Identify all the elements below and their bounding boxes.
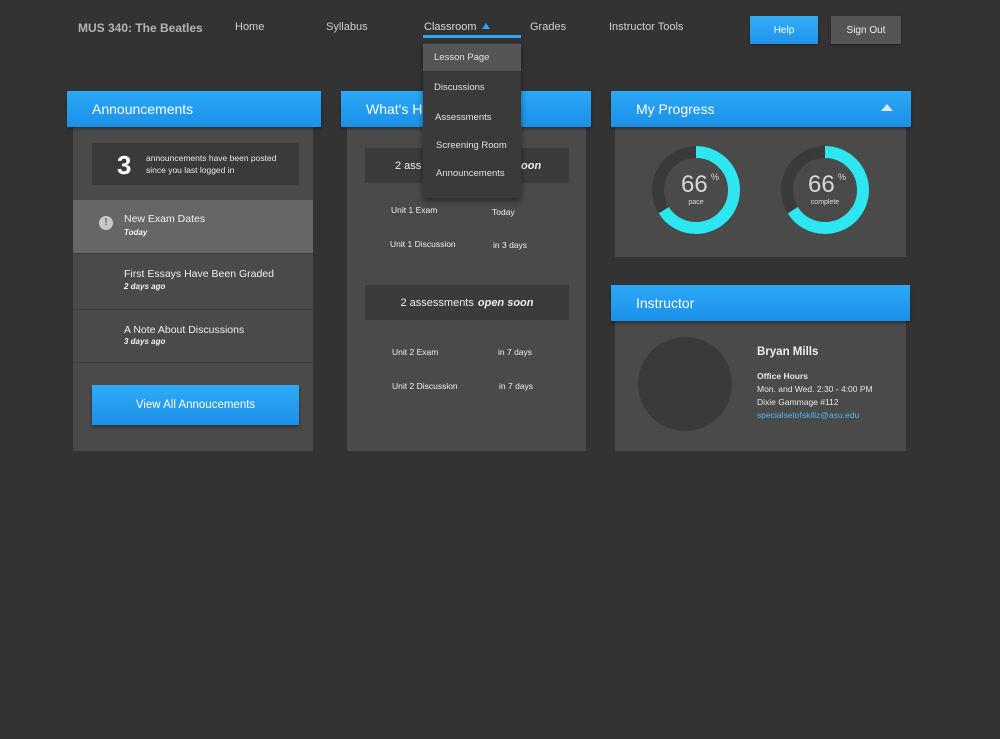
pace-value: 66 [681,171,708,198]
alert-icon: ! [99,216,113,230]
nav-classroom[interactable]: Classroom [424,21,490,33]
caret-up-icon [481,23,490,29]
menu-item-lesson-page[interactable]: Lesson Page [423,44,521,71]
office-hours-label: Office Hours [757,371,809,381]
collapse-icon[interactable] [881,104,893,111]
nav-classroom-label: Classroom [424,21,477,33]
announcement-date: 3 days ago [124,337,166,346]
announcement-date: Today [124,228,148,237]
menu-item-assessments[interactable]: Assessments [423,104,521,131]
assessment-name[interactable]: Unit 1 Exam [391,205,437,215]
progress-title: My Progress [636,101,715,117]
assessment-when: in 7 days [498,347,533,357]
assessment-name[interactable]: Unit 1 Discussion [390,239,456,249]
instructor-name: Bryan Mills [757,346,819,358]
menu-item-announcements[interactable]: Announcements [423,160,521,187]
complete-unit: % [838,172,847,182]
office-location: Dixie Gammage #112 [757,397,839,407]
assessment-status: oon [521,159,542,172]
progress-header: My Progress [611,91,911,127]
view-all-announcements-button[interactable]: View All Annoucements [92,385,299,425]
help-button[interactable]: Help [750,16,818,44]
instructor-header: Instructor [611,285,910,321]
sign-out-button[interactable]: Sign Out [831,16,901,44]
instructor-email-link[interactable]: specialsetofskillz@asu.edu [757,410,859,420]
pace-unit: % [711,172,720,182]
announcement-title: New Exam Dates [124,213,206,225]
nav-instructor-tools[interactable]: Instructor Tools [609,21,683,33]
assessment-count-text: 2 ass [395,159,422,172]
complete-label: complete [810,199,840,206]
announcement-item[interactable]: ! New Exam Dates Today [73,200,313,254]
nav-grades[interactable]: Grades [530,21,566,33]
office-hours-time: Mon. and Wed. 2:30 - 4:00 PM [757,384,873,394]
nav-active-indicator [423,35,521,38]
announcement-count-text: announcements have been posted since you… [146,153,277,175]
announcement-date: 2 days ago [124,282,166,291]
announcement-title: A Note About Discussions [124,324,245,336]
announcements-header: Announcements [67,91,321,127]
course-title: MUS 340: The Beatles [78,21,203,35]
assessment-group-summary: 2 assessments open soon [365,285,569,320]
assessment-status: open soon [477,296,534,309]
menu-item-discussions[interactable]: Discussions [423,74,521,101]
nav-syllabus[interactable]: Syllabus [326,21,368,33]
nav-home[interactable]: Home [235,21,264,33]
complete-value: 66 [808,171,835,198]
announcements-title: Announcements [92,101,194,117]
pace-label: pace [688,199,704,206]
announcement-count: 3 [117,150,132,180]
announcement-item[interactable]: First Essays Have Been Graded 2 days ago [73,255,313,310]
assessment-name[interactable]: Unit 2 Discussion [392,381,458,391]
avatar [638,337,732,431]
instructor-title: Instructor [636,295,695,311]
announcement-title: First Essays Have Been Graded [124,268,274,280]
assessment-when: Today [492,207,515,217]
assessment-count-text: 2 assessments [400,296,474,309]
classroom-dropdown-menu: Lesson Page Discussions Assessments Scre… [423,43,521,198]
menu-item-screening-room[interactable]: Screening Room [423,132,521,159]
assessment-when: in 7 days [499,381,534,391]
assessment-name[interactable]: Unit 2 Exam [392,347,438,357]
announcement-item[interactable]: A Note About Discussions 3 days ago [73,311,313,363]
whats-happening-title: What's H [366,101,423,117]
assessment-when: in 3 days [493,240,528,250]
